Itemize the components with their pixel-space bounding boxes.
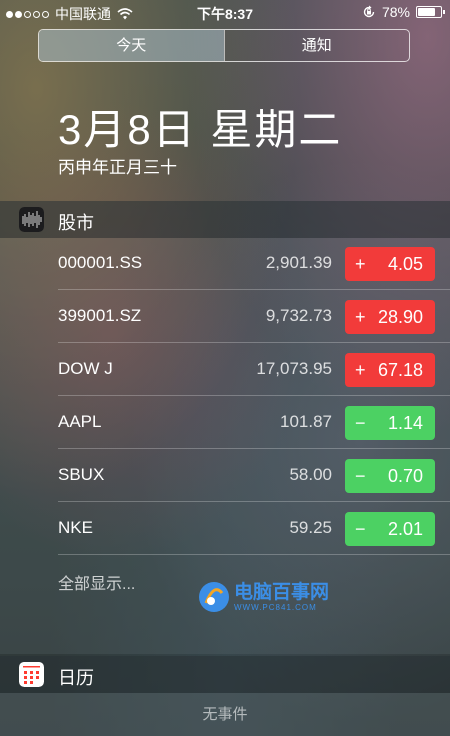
status-bar: 中国联通 下午8:37 78% — [0, 0, 450, 24]
calendar-widget-title: 日历 — [58, 668, 94, 688]
stock-row[interactable]: 399001.SZ 9,732.73 + 28.90 — [58, 291, 450, 343]
stock-row[interactable]: NKE 59.25 − 2.01 — [58, 503, 450, 555]
row-divider — [58, 501, 450, 502]
change-sign: + — [355, 360, 366, 380]
change-sign: − — [355, 519, 366, 539]
watermark-text: 电脑百事网 WWW.PC841.COM — [234, 581, 330, 612]
orientation-lock-icon — [363, 5, 375, 18]
stock-symbol: NKE — [58, 518, 93, 537]
stock-row[interactable]: SBUX 58.00 − 0.70 — [58, 450, 450, 502]
stock-change-button[interactable]: − 1.14 — [345, 406, 435, 440]
segmented-control: 今天 通知 — [38, 29, 410, 62]
calendar-widget-body: 无事件 — [0, 693, 450, 736]
row-divider — [58, 395, 450, 396]
stock-price: 2,901.39 — [265, 253, 332, 272]
stock-price: 17,073.95 — [256, 359, 332, 378]
stock-symbol: AAPL — [58, 412, 102, 431]
row-divider — [58, 342, 450, 343]
stock-price: 58.00 — [289, 465, 332, 484]
stock-row[interactable]: 000001.SS 2,901.39 + 4.05 — [58, 238, 450, 290]
battery-percent: 78% — [381, 4, 410, 20]
battery-cap — [443, 10, 445, 14]
change-sign: − — [355, 466, 366, 486]
row-divider — [58, 289, 450, 290]
stock-price: 59.25 — [289, 518, 332, 537]
change-value: 2.01 — [387, 519, 423, 539]
stocks-widget-header[interactable]: 股市 — [0, 201, 450, 238]
stock-row[interactable]: AAPL 101.87 − 1.14 — [58, 397, 450, 449]
stock-change-button[interactable]: + 28.90 — [345, 300, 435, 334]
tab-today[interactable]: 今天 — [39, 30, 224, 61]
stock-symbol: 399001.SZ — [58, 306, 142, 325]
stock-change-button[interactable]: + 4.05 — [345, 247, 435, 281]
stock-price: 9,732.73 — [265, 306, 332, 325]
change-value: 4.05 — [387, 254, 423, 274]
row-divider — [58, 448, 450, 449]
calendar-icon — [19, 662, 44, 687]
stock-symbol: DOW J — [58, 359, 113, 378]
change-value: 67.18 — [377, 360, 423, 380]
calendar-widget-header[interactable]: 日历 — [0, 656, 450, 693]
stock-change-button[interactable]: − 0.70 — [345, 459, 435, 493]
no-events-text: 无事件 — [202, 706, 248, 723]
status-right: 78% — [362, 4, 445, 20]
stock-price: 101.87 — [280, 412, 332, 431]
watermark: 电脑百事网 WWW.PC841.COM — [196, 579, 329, 615]
stock-change-button[interactable]: + 67.18 — [345, 353, 435, 387]
watermark-logo-icon — [199, 582, 229, 612]
change-sign: + — [355, 307, 366, 327]
watermark-main: 电脑百事网 — [234, 581, 330, 603]
stock-symbol: 000001.SS — [58, 253, 143, 272]
change-sign: − — [355, 413, 366, 433]
change-value: 0.70 — [387, 466, 423, 486]
stock-symbol: SBUX — [58, 465, 105, 484]
battery-icon — [416, 6, 445, 18]
stocks-icon — [19, 207, 44, 232]
stock-row[interactable]: DOW J 17,073.95 + 67.18 — [58, 344, 450, 396]
battery-level — [418, 8, 436, 16]
change-sign: + — [355, 254, 366, 274]
watermark-sub: WWW.PC841.COM — [234, 602, 317, 612]
change-value: 1.14 — [387, 413, 423, 433]
lunar-date: 丙申年正月三十 — [58, 158, 177, 177]
tab-notifications[interactable]: 通知 — [223, 30, 410, 61]
stock-change-button[interactable]: − 2.01 — [345, 512, 435, 546]
show-all-link[interactable]: 全部显示... — [58, 570, 135, 594]
row-divider — [58, 554, 450, 555]
change-value: 28.90 — [377, 307, 423, 327]
date-title: 3月8日 星期二 — [58, 106, 343, 153]
stocks-widget-title: 股市 — [58, 213, 94, 233]
